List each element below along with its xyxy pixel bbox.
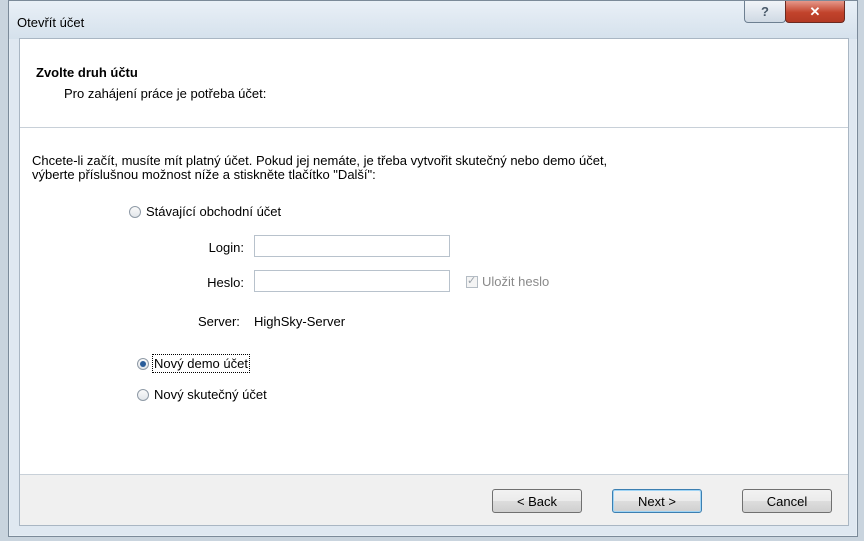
cancel-button[interactable]: Cancel	[742, 489, 832, 513]
next-button[interactable]: Next >	[612, 489, 702, 513]
intro-text: Chcete-li začít, musíte mít platný účet.…	[32, 154, 832, 182]
radio-demo-account-label: Nový demo účet	[152, 354, 250, 373]
intro-line-2: výberte příslušnou možnost níže a stiskn…	[32, 167, 376, 182]
server-label: Server:	[198, 314, 240, 329]
open-account-dialog: Otevřít účet ? ✕ Zvolte druh účtu Pro za…	[8, 0, 858, 537]
window-title: Otevřít účet	[17, 15, 85, 30]
close-icon: ✕	[809, 3, 821, 19]
radio-demo-account-button[interactable]	[137, 357, 149, 370]
close-button[interactable]: ✕	[785, 1, 845, 23]
radio-real-account[interactable]: Nový skutečný účet	[137, 387, 267, 402]
radio-real-account-label: Nový skutečný účet	[154, 387, 267, 402]
title-bar[interactable]: Otevřít účet ? ✕	[9, 1, 857, 39]
page-title: Zvolte druh účtu	[36, 65, 138, 80]
wizard-body: Chcete-li začít, musíte mít platný účet.…	[20, 128, 848, 473]
wizard-content: Zvolte druh účtu Pro zahájení práce je p…	[19, 38, 849, 526]
help-icon: ?	[761, 4, 769, 19]
save-password-checkbox[interactable]: Uložit heslo	[466, 274, 549, 289]
radio-demo-account[interactable]: Nový demo účet	[137, 354, 250, 373]
help-button[interactable]: ?	[744, 1, 786, 23]
password-label: Heslo:	[207, 275, 244, 290]
login-input[interactable]	[254, 235, 450, 257]
login-label: Login:	[208, 240, 244, 255]
radio-existing-account[interactable]: Stávající obchodní účet	[129, 204, 281, 219]
server-value: HighSky-Server	[254, 314, 346, 329]
password-input[interactable]	[254, 270, 450, 292]
radio-real-account-button[interactable]	[137, 388, 149, 401]
wizard-header: Zvolte druh účtu Pro zahájení práce je p…	[20, 39, 848, 128]
radio-existing-account-label: Stávající obchodní účet	[146, 204, 282, 219]
page-subtitle: Pro zahájení práce je potřeba účet:	[64, 86, 267, 101]
save-password-check-icon[interactable]	[466, 274, 478, 288]
radio-existing-account-button[interactable]	[129, 205, 141, 218]
wizard-footer: < Back Next > Cancel	[20, 474, 848, 525]
intro-line-1: Chcete-li začít, musíte mít platný účet.…	[32, 153, 608, 168]
back-button[interactable]: < Back	[492, 489, 582, 513]
save-password-label: Uložit heslo	[482, 274, 550, 289]
